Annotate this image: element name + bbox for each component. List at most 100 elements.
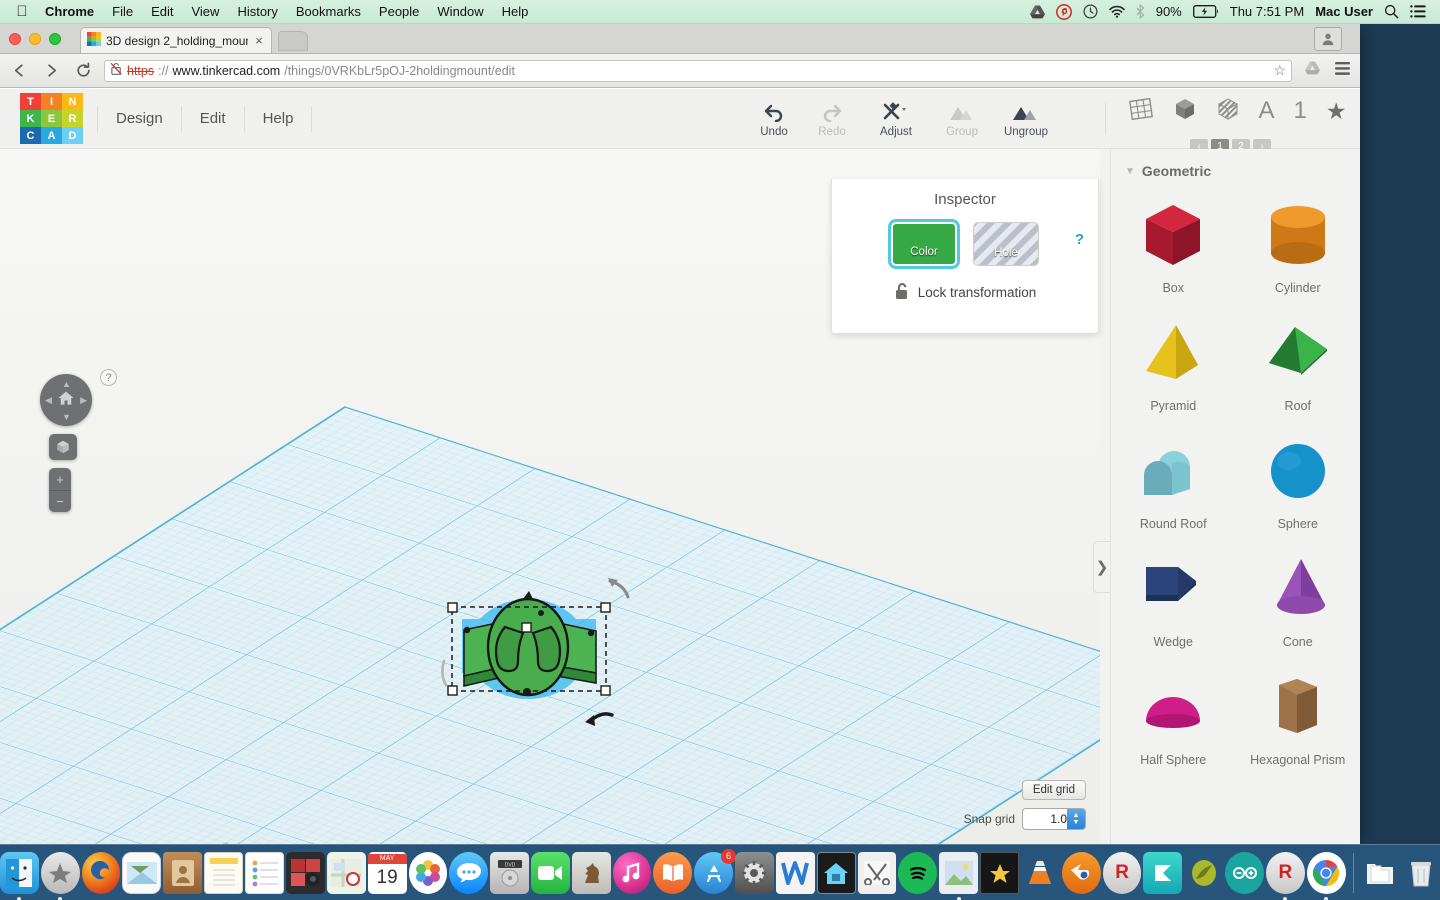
lock-transformation-row[interactable]: Lock transformation [832,282,1098,303]
dock-item-firefox[interactable] [81,851,121,894]
dock-item-calendar[interactable]: MAY 19 [367,851,407,894]
fit-to-view-button[interactable] [49,434,77,460]
app-menu-edit[interactable]: Edit [182,110,244,127]
dock-item-launchpad[interactable] [40,851,80,900]
menu-chrome[interactable]: Chrome [36,4,103,19]
app-menu-design[interactable]: Design [98,110,181,127]
dock-item-maps[interactable] [326,851,366,894]
dock-item-rstudio[interactable]: R [1102,851,1142,894]
dock-item-microsoft-word[interactable] [775,851,815,894]
shapes-section-header[interactable]: ▼ Geometric [1111,149,1360,185]
new-tab-button[interactable] [278,31,308,51]
text-a-icon[interactable]: A [1259,99,1275,123]
dock-item-itunes[interactable] [612,851,652,894]
edit-grid-button[interactable]: Edit grid [1021,780,1086,800]
menu-window[interactable]: Window [428,4,492,19]
back-button[interactable] [8,60,30,82]
time-machine-icon[interactable] [1083,4,1098,19]
group-button[interactable]: Group [931,100,993,138]
chrome-menu-icon[interactable] [1332,61,1352,80]
shape-item-sphere[interactable]: Sphere [1236,421,1361,531]
dock-item-ibooks[interactable] [653,851,693,894]
zoom-out-button[interactable]: − [49,490,71,512]
striped-cube-icon[interactable] [1216,97,1240,125]
workplane-grid-icon[interactable] [1128,97,1154,125]
undo-button[interactable]: Undo [745,100,803,138]
battery-charging-icon[interactable] [1192,5,1219,18]
hole-swatch-button[interactable]: Hole [973,222,1039,266]
google-drive-icon[interactable] [1029,4,1045,19]
dock-item-spotify[interactable] [898,851,938,894]
dock-item-contacts[interactable] [163,851,203,894]
maximize-window-button[interactable] [49,33,61,45]
shape-item-round-roof[interactable]: Round Roof [1111,421,1236,531]
spotlight-search-icon[interactable] [1384,4,1399,19]
dock-item-mail[interactable] [122,851,162,894]
dock-item-finder[interactable] [0,851,39,900]
ungroup-button[interactable]: Ungroup [993,100,1059,138]
dock-item-blender[interactable] [1061,851,1101,894]
address-bar[interactable]: https://www.tinkercad.com/things/0VRKbLr… [104,59,1292,82]
chevron-down-icon[interactable]: ▼ [1125,166,1135,177]
view-right-arrow-icon[interactable]: ▶ [80,395,87,406]
zoom-in-button[interactable]: + [49,468,71,490]
menu-history[interactable]: History [228,4,286,19]
bluetooth-icon[interactable] [1136,4,1145,19]
dock-item-chrome[interactable] [1306,851,1346,900]
dock-item-documents-folder[interactable] [1360,852,1399,894]
view-nav-pad[interactable]: ▲ ▼ ◀ ▶ [40,374,92,426]
bookmark-star-icon[interactable]: ☆ [1273,62,1286,79]
dock-item-vlc[interactable] [1021,852,1060,894]
menu-file[interactable]: File [103,4,142,19]
dock-item-app-store[interactable]: 6 [694,848,737,894]
dock-item-photos[interactable] [408,851,448,894]
browser-tab[interactable]: 3D design 2_holding_moun × [80,27,272,53]
redo-button[interactable]: Redo [803,100,861,138]
apple-menu-icon[interactable]:  [8,4,36,19]
dock-item-messages[interactable] [449,851,489,894]
shape-item-box[interactable]: Box [1111,185,1236,295]
menu-people[interactable]: People [370,4,428,19]
snap-grid-stepper-icon[interactable]: ▲ ▼ [1067,809,1085,829]
view-down-arrow-icon[interactable]: ▼ [62,412,71,422]
number-1-icon[interactable]: 1 [1294,99,1307,123]
menubar-username[interactable]: Mac User [1315,4,1373,19]
view-left-arrow-icon[interactable]: ◀ [45,395,52,406]
dock-item-dvd-player[interactable]: DVD [490,851,529,894]
notification-center-icon[interactable] [1410,5,1426,18]
wifi-icon[interactable] [1108,5,1125,18]
shape-item-cylinder[interactable]: Cylinder [1236,185,1361,295]
shape-item-pyramid[interactable]: Pyramid [1111,303,1236,413]
minimize-window-button[interactable] [29,33,41,45]
view-up-arrow-icon[interactable]: ▲ [62,379,71,389]
menu-bookmarks[interactable]: Bookmarks [287,4,370,19]
dock-item-notes[interactable] [204,851,244,894]
shape-item-cone[interactable]: Cone [1236,539,1361,649]
dock-item-imovie[interactable] [980,851,1020,894]
dock-item-photo-booth[interactable] [286,851,325,894]
reload-button[interactable] [72,60,94,82]
dock-item-green-app[interactable] [1184,852,1223,894]
dock-item-arduino[interactable] [1225,851,1264,894]
shape-item-roof[interactable]: Roof [1236,303,1361,413]
adjust-button[interactable]: Adjust [861,100,931,138]
inspector-help-button[interactable]: ? [1075,231,1084,248]
shape-item-hexagonal-prism[interactable]: Hexagonal Prism [1236,657,1361,767]
dock-item-rstudio-2[interactable]: R [1265,851,1305,900]
app-menu-help[interactable]: Help [245,110,312,127]
profile-avatar-button[interactable] [1314,27,1342,51]
solid-cube-icon[interactable] [1173,97,1197,125]
dock-item-facetime[interactable] [530,851,570,894]
shape-item-wedge[interactable]: Wedge [1111,539,1236,649]
insecure-lock-icon[interactable] [110,62,123,79]
tinkercad-logo[interactable]: TIN KER CAD [20,93,83,144]
menu-view[interactable]: View [182,4,228,19]
close-tab-icon[interactable]: × [253,33,265,48]
menu-edit[interactable]: Edit [142,4,182,19]
google-drive-toolbar-icon[interactable] [1302,61,1322,80]
menubar-clock[interactable]: Thu 7:51 PM [1230,4,1304,19]
panel-collapse-button[interactable]: ❯ [1093,541,1110,593]
menu-help[interactable]: Help [493,4,538,19]
dock-item-teal-app[interactable] [1143,851,1183,894]
shape-item-half-sphere[interactable]: Half Sphere [1111,657,1236,767]
